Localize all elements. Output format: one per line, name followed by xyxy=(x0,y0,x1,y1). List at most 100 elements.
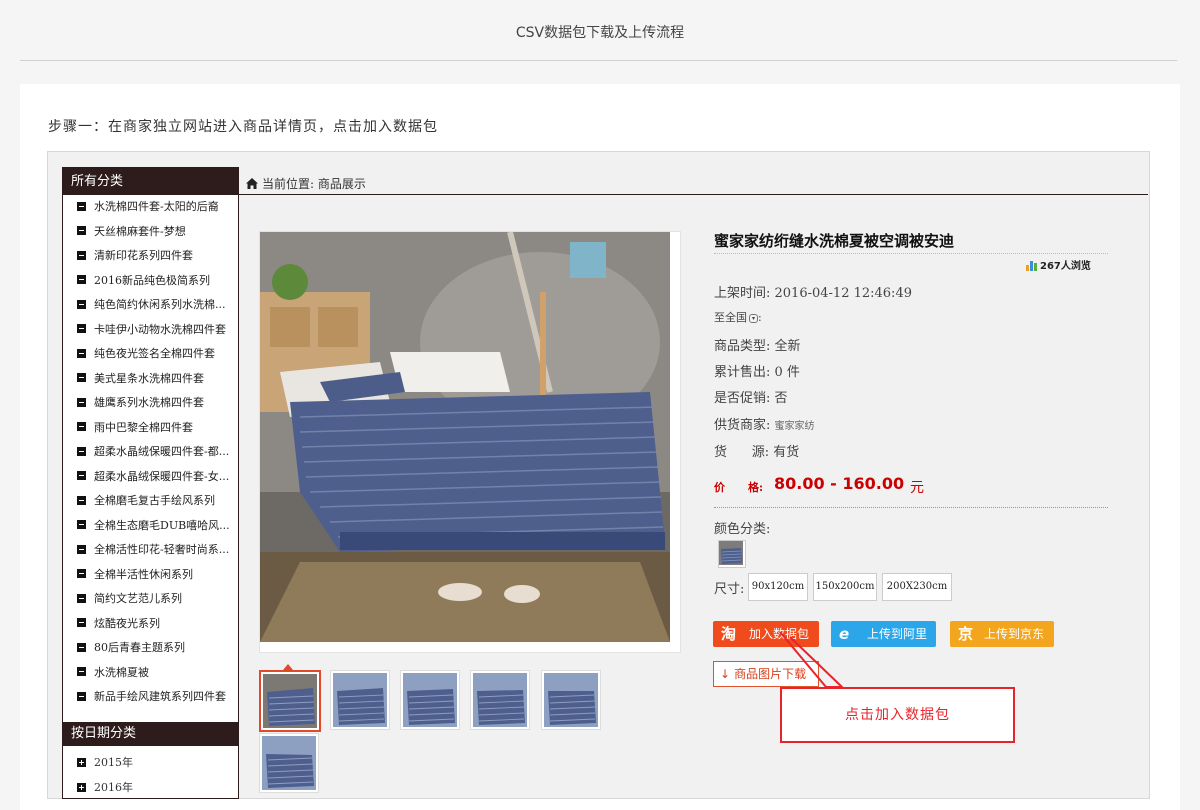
size-option[interactable]: 90x120cm xyxy=(748,573,808,601)
date-list: 2015年 2016年 xyxy=(63,750,238,800)
category-label: 新品手绘风建筑系列四件套 xyxy=(94,690,226,703)
collapse-icon xyxy=(77,373,86,382)
category-label: 全棉生态磨毛DUB嘻哈风... xyxy=(94,518,230,532)
date-item[interactable]: 2015年 xyxy=(63,750,238,775)
title-divider xyxy=(20,60,1177,61)
category-label: 超柔水晶绒保暖四件套-都... xyxy=(94,445,230,458)
product-thumbnail[interactable] xyxy=(541,670,601,730)
date-category-header: 按日期分类 xyxy=(63,722,238,746)
product-thumbnail[interactable] xyxy=(259,670,321,732)
supplier-name[interactable]: 蜜家家纺 xyxy=(775,421,815,432)
category-item[interactable]: 简约文艺范儿系列 xyxy=(63,587,238,612)
category-item[interactable]: 全棉磨毛复古手绘风系列 xyxy=(63,489,238,514)
category-item[interactable]: 全棉生态磨毛DUB嘻哈风... xyxy=(63,514,238,539)
color-swatch[interactable] xyxy=(718,540,746,568)
price-value: 80.00 - 160.00 xyxy=(774,474,905,493)
collapse-icon xyxy=(77,397,86,407)
view-count-text: 267人浏览 xyxy=(1040,261,1091,272)
price-label: 价 格: xyxy=(714,481,764,494)
product-thumbnail[interactable] xyxy=(330,670,390,730)
main-product-image[interactable] xyxy=(259,231,681,653)
collapse-icon xyxy=(77,667,86,676)
size-label: 尺寸: xyxy=(714,582,745,597)
category-label: 2016新品纯色极简系列 xyxy=(94,273,210,287)
home-icon[interactable] xyxy=(246,177,258,192)
download-arrow-icon: ↓ xyxy=(720,667,731,681)
category-label: 简约文艺范儿系列 xyxy=(94,592,182,605)
category-item[interactable]: 2016新品纯色极简系列 xyxy=(63,269,238,294)
button-label: 上传到阿里 xyxy=(867,627,928,641)
category-item[interactable]: 雄鹰系列水洗棉四件套 xyxy=(63,391,238,416)
category-label: 纯色夜光签名全棉四件套 xyxy=(94,347,215,360)
upload-to-ali-button[interactable]: e 上传到阿里 xyxy=(831,621,936,647)
category-label: 美式星条水洗棉四件套 xyxy=(94,371,204,385)
collapse-icon xyxy=(77,422,86,431)
category-label: 炫酷夜光系列 xyxy=(94,616,160,630)
category-item[interactable]: 全棉活性印花-轻奢时尚系... xyxy=(63,538,238,563)
category-list: 水洗棉四件套-太阳的后裔 天丝棉麻套件-梦想清新印花系列四件套 2016新品纯色极简… xyxy=(63,195,238,710)
product-type: 商品类型: 全新 xyxy=(714,339,801,354)
category-item[interactable]: 全棉半活性休闲系列 xyxy=(63,563,238,588)
color-label: 颜色分类: xyxy=(714,522,771,537)
jd-icon: 京 xyxy=(958,625,974,643)
ship-to: 至全国 ▾: xyxy=(714,311,762,324)
category-label: 全棉半活性休闲系列 xyxy=(94,567,193,581)
title-divider-dotted xyxy=(714,253,1108,254)
category-label: 全棉磨毛复古手绘风系列 xyxy=(94,494,215,507)
category-label: 水洗棉夏被 xyxy=(94,665,149,679)
category-item[interactable]: 美式星条水洗棉四件套 xyxy=(63,367,238,392)
add-to-data-package-button[interactable]: 淘 加入数据包 xyxy=(713,621,819,647)
category-label: 雄鹰系列水洗棉四件套 xyxy=(94,396,204,409)
collapse-icon xyxy=(77,691,86,701)
category-label: 纯色简约休闲系列水洗棉... xyxy=(94,298,226,311)
product-thumbnail[interactable] xyxy=(259,733,319,793)
category-item[interactable]: 炫酷夜光系列 xyxy=(63,612,238,637)
image-download-button[interactable]: ↓ 商品图片下载 xyxy=(713,661,819,687)
category-header: 所有分类 xyxy=(63,168,238,195)
chevron-down-icon[interactable]: ▾ xyxy=(749,313,758,323)
category-item[interactable]: 水洗棉夏被 xyxy=(63,661,238,686)
category-item[interactable]: 纯色夜光签名全棉四件套 xyxy=(63,342,238,367)
button-label: 加入数据包 xyxy=(749,627,810,641)
breadcrumb: 当前位置: 商品展示 xyxy=(246,175,366,192)
upload-to-jd-button[interactable]: 京 上传到京东 xyxy=(950,621,1054,647)
size-option[interactable]: 150x200cm xyxy=(813,573,877,601)
category-item[interactable]: 卡哇伊小动物水洗棉四件套 xyxy=(63,318,238,343)
collapse-icon xyxy=(77,618,86,627)
collapse-icon xyxy=(77,275,86,284)
collapse-icon xyxy=(77,569,86,578)
collapse-icon xyxy=(77,642,86,652)
breadcrumb-text: 当前位置: 商品展示 xyxy=(262,177,366,191)
category-item[interactable]: 清新印花系列四件套 xyxy=(63,244,238,269)
category-item[interactable]: 超柔水晶绒保暖四件套-都... xyxy=(63,440,238,465)
collapse-icon xyxy=(77,593,86,603)
selected-pointer xyxy=(283,664,293,670)
expand-icon xyxy=(77,757,86,767)
product-thumbnail[interactable] xyxy=(470,670,530,730)
collapse-icon xyxy=(77,348,86,358)
collapse-icon xyxy=(77,544,86,554)
category-label: 清新印花系列四件套 xyxy=(94,249,193,262)
collapse-icon xyxy=(77,250,86,260)
category-item[interactable]: 天丝棉麻套件-梦想 xyxy=(63,220,238,245)
collapse-icon xyxy=(77,299,86,309)
promotion: 是否促销: 否 xyxy=(714,391,788,406)
date-label: 2016年 xyxy=(94,781,133,794)
collapse-icon xyxy=(77,324,86,333)
category-item[interactable]: 水洗棉四件套-太阳的后裔 xyxy=(63,195,238,220)
bar-chart-icon xyxy=(1026,261,1038,271)
size-option[interactable]: 200X230cm xyxy=(882,573,952,601)
category-item[interactable]: 80后青春主题系列 xyxy=(63,636,238,661)
product-title: 蜜家家纺绗缝水洗棉夏被空调被安迪 xyxy=(714,232,955,250)
page-title: CSV数据包下载及上传流程 xyxy=(515,25,685,41)
category-item[interactable]: 超柔水晶绒保暖四件套-女... xyxy=(63,465,238,490)
step-text: 步骤一：在商家独立网站进入商品详情页，点击加入数据包 xyxy=(48,119,438,135)
category-item[interactable]: 雨中巴黎全棉四件套 xyxy=(63,416,238,441)
listed-time: 上架时间: 2016-04-12 12:46:49 xyxy=(714,286,912,301)
collapse-icon xyxy=(77,446,86,456)
product-thumbnail[interactable] xyxy=(400,670,460,730)
date-item[interactable]: 2016年 xyxy=(63,775,238,800)
category-item[interactable]: 纯色简约休闲系列水洗棉... xyxy=(63,293,238,318)
category-item[interactable]: 新品手绘风建筑系列四件套 xyxy=(63,685,238,710)
button-label: 商品图片下载 xyxy=(734,667,807,681)
